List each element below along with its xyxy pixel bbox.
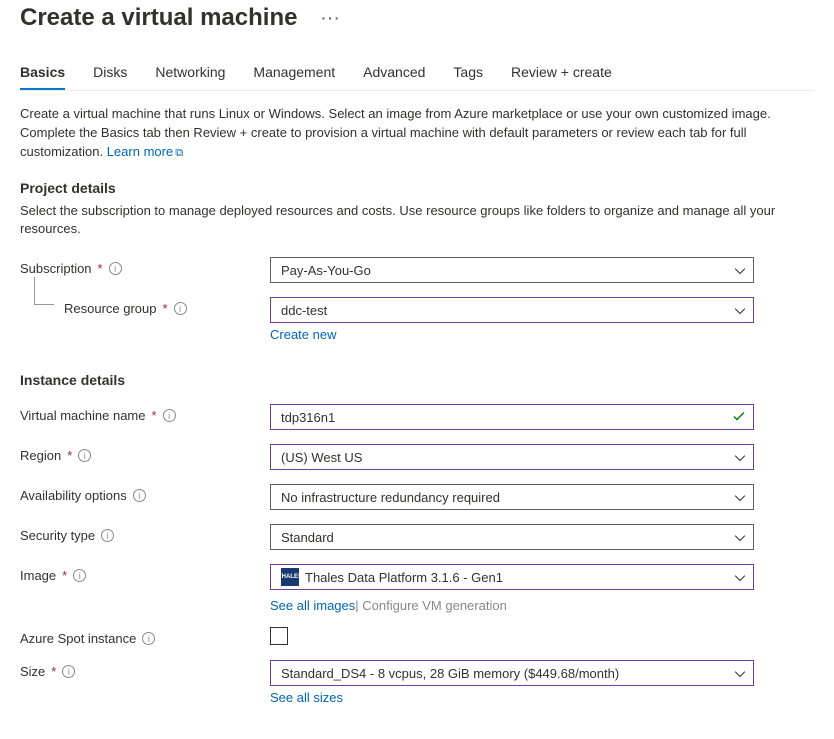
chevron-down-icon [735,666,745,681]
chevron-down-icon [735,530,745,545]
tab-review-create[interactable]: Review + create [511,64,612,90]
required-indicator: * [67,448,72,463]
required-indicator: * [98,261,103,276]
info-icon[interactable]: i [78,449,91,462]
info-icon[interactable]: i [109,262,122,275]
chevron-down-icon [735,263,745,278]
project-details-desc: Select the subscription to manage deploy… [20,202,814,240]
resource-group-value: ddc-test [281,303,327,318]
configure-vm-gen-text: Configure VM generation [362,598,507,613]
project-details-heading: Project details [20,180,814,196]
subscription-label: Subscription * i [20,257,270,276]
tab-disks[interactable]: Disks [93,64,127,90]
page-title: Create a virtual machine [20,4,297,32]
tab-bar: Basics Disks Networking Management Advan… [20,64,814,91]
info-icon[interactable]: i [163,409,176,422]
tab-advanced[interactable]: Advanced [363,64,425,90]
image-thumbnail-icon: THALES [281,568,299,586]
image-select[interactable]: THALES Thales Data Platform 3.1.6 - Gen1 [270,564,754,590]
subscription-select[interactable]: Pay-As-You-Go [270,257,754,283]
region-value: (US) West US [281,450,362,465]
tab-management[interactable]: Management [253,64,335,90]
check-icon [733,410,745,425]
learn-more-link[interactable]: Learn more⧉ [107,144,183,159]
vmname-value: tdp316n1 [281,410,335,425]
see-all-images-link[interactable]: See all images [270,598,355,613]
chevron-down-icon [735,570,745,585]
info-icon[interactable]: i [62,665,75,678]
availability-label: Availability options i [20,484,270,503]
size-select[interactable]: Standard_DS4 - 8 vcpus, 28 GiB memory ($… [270,660,754,686]
intro-text: Create a virtual machine that runs Linux… [20,105,814,162]
tab-networking[interactable]: Networking [155,64,225,90]
spot-instance-label: Azure Spot instance i [20,627,270,646]
chevron-down-icon [735,490,745,505]
availability-select[interactable]: No infrastructure redundancy required [270,484,754,510]
chevron-down-icon [735,303,745,318]
size-label: Size * i [20,660,270,679]
region-label: Region * i [20,444,270,463]
external-link-icon: ⧉ [175,146,183,162]
tab-tags[interactable]: Tags [453,64,483,90]
resource-group-select[interactable]: ddc-test [270,297,754,323]
info-icon[interactable]: i [142,632,155,645]
info-icon[interactable]: i [101,529,114,542]
chevron-down-icon [735,450,745,465]
vmname-input[interactable]: tdp316n1 [270,404,754,430]
required-indicator: * [163,301,168,316]
required-indicator: * [51,664,56,679]
tree-connector [34,277,54,305]
required-indicator: * [62,568,67,583]
region-select[interactable]: (US) West US [270,444,754,470]
subscription-value: Pay-As-You-Go [281,263,371,278]
create-new-rg-link[interactable]: Create new [270,327,336,342]
resource-group-label: Resource group * i [20,297,270,316]
security-type-select[interactable]: Standard [270,524,754,550]
size-value: Standard_DS4 - 8 vcpus, 28 GiB memory ($… [281,666,619,681]
instance-details-heading: Instance details [20,372,814,388]
tab-basics[interactable]: Basics [20,64,65,90]
more-actions-button[interactable]: ··· [321,10,341,26]
info-icon[interactable]: i [133,489,146,502]
availability-value: No infrastructure redundancy required [281,490,500,505]
image-label: Image * i [20,564,270,583]
see-all-sizes-link[interactable]: See all sizes [270,690,343,705]
image-value: Thales Data Platform 3.1.6 - Gen1 [305,570,503,585]
security-type-value: Standard [281,530,334,545]
info-icon[interactable]: i [174,302,187,315]
security-type-label: Security type i [20,524,270,543]
info-icon[interactable]: i [73,569,86,582]
vmname-label: Virtual machine name * i [20,404,270,423]
required-indicator: * [152,408,157,423]
spot-instance-checkbox[interactable] [270,627,288,645]
